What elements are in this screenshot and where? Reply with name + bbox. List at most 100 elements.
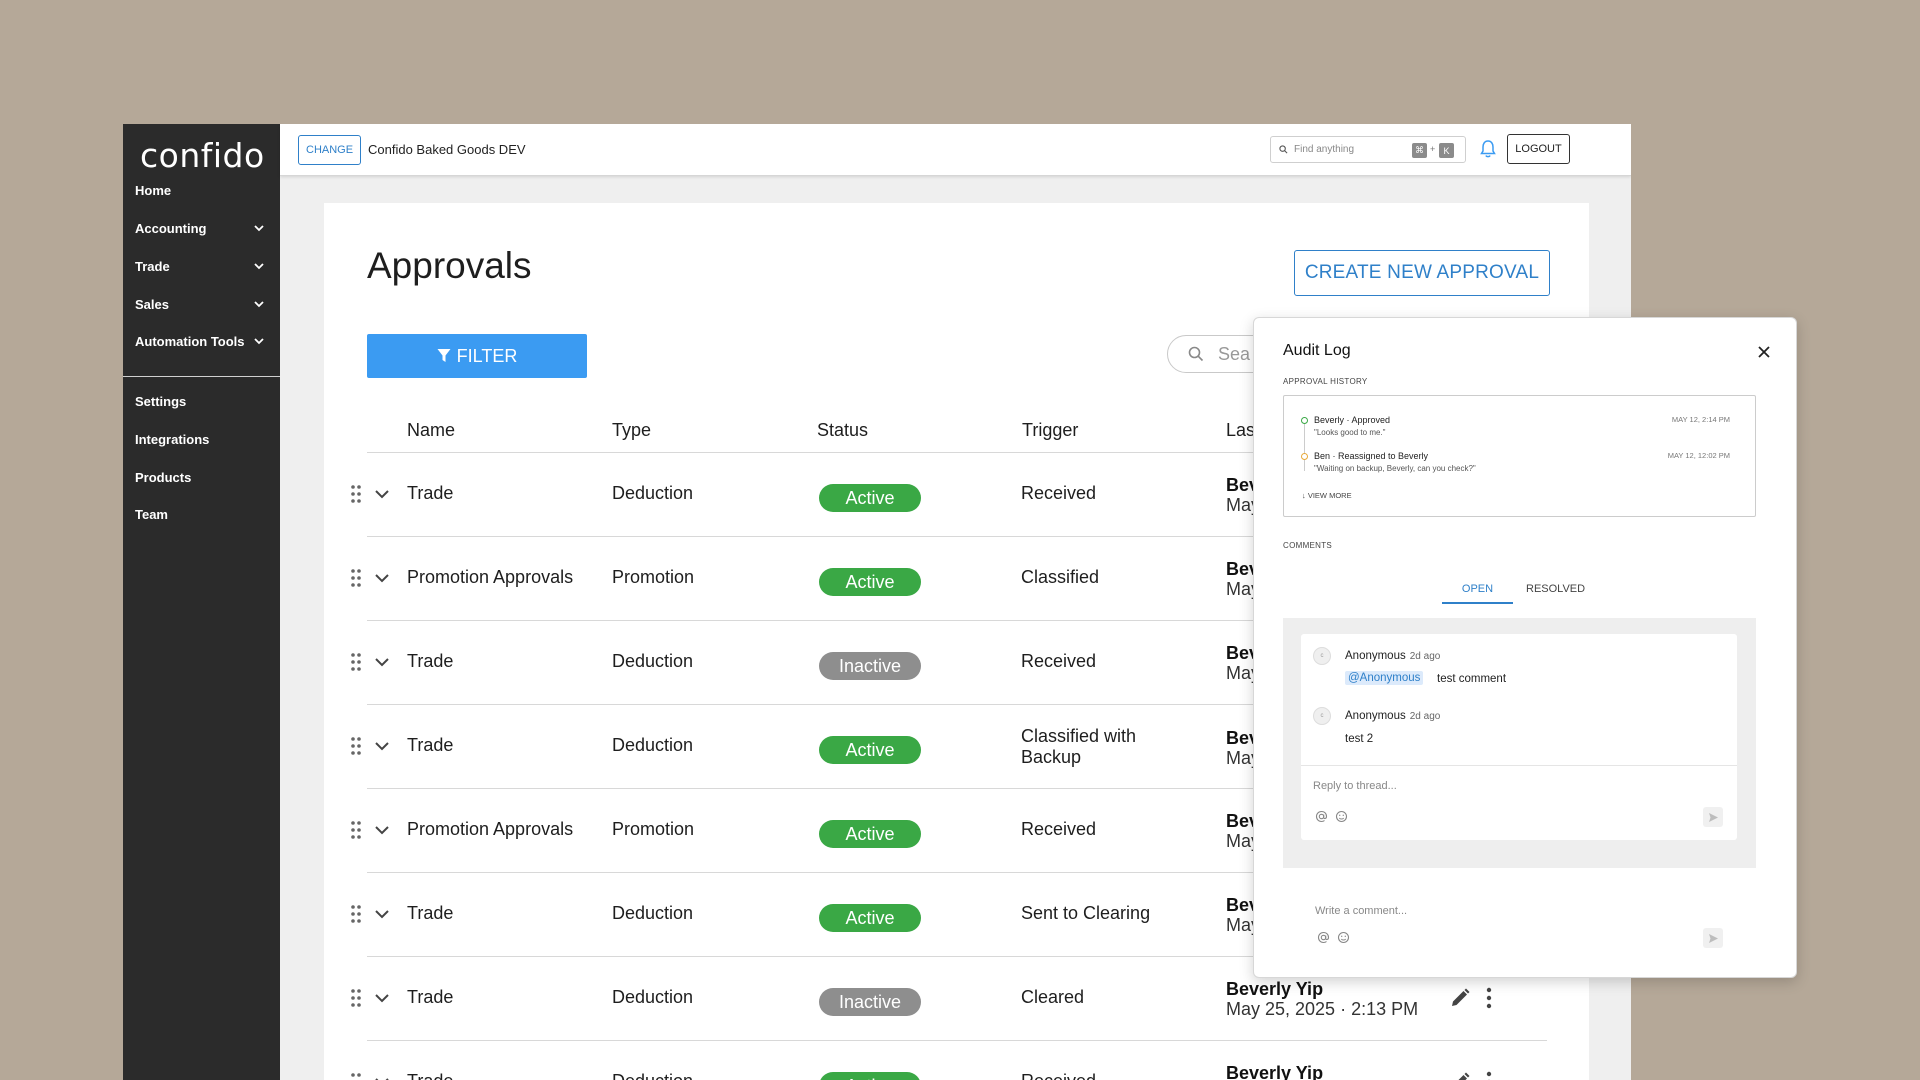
drag-handle-icon[interactable] [350,904,362,924]
tab-open[interactable]: OPEN [1442,583,1513,595]
more-vertical-icon[interactable] [1485,986,1493,1010]
sidebar-divider [123,376,280,377]
send-icon [1708,933,1718,943]
status-badge: Active [819,1072,921,1080]
chevron-down-icon[interactable] [373,905,391,923]
search-icon [1188,346,1204,362]
tab-resolved[interactable]: RESOLVED [1526,583,1585,595]
row-type: Promotion [612,819,695,839]
global-search-input[interactable]: Find anything ⌘ + K [1270,136,1466,163]
row-type: Deduction [612,651,694,671]
filter-button[interactable]: FILTER [367,334,587,378]
history-entry-quote: "Looks good to me." [1314,428,1386,437]
status-badge: Active [819,820,921,848]
bell-icon[interactable] [1479,139,1497,159]
sidebar-item-integrations[interactable]: Integrations [135,426,266,452]
row-type: Promotion [612,567,695,587]
row-trigger: Received [1021,483,1097,503]
filter-label: FILTER [456,345,518,366]
mention-tag[interactable]: @Anonymous [1345,671,1424,685]
emoji-icon[interactable] [1335,810,1348,823]
close-icon[interactable] [1757,345,1771,359]
filter-icon [437,349,451,362]
row-type: Deduction [612,903,694,923]
at-mention-icon[interactable] [1315,810,1328,823]
chevron-down-icon[interactable] [373,989,391,1007]
sidebar-item-trade[interactable]: Trade [135,253,266,279]
at-mention-icon[interactable] [1317,931,1330,944]
history-entry-time: MAY 12, 2:14 PM [1671,415,1730,424]
sidebar-item-label: Sales [135,296,169,312]
sidebar-item-products[interactable]: Products [135,464,266,490]
comment-time: 2d ago [1409,711,1441,722]
logout-button[interactable]: LOGOUT [1507,134,1570,164]
edit-icon[interactable] [1449,987,1471,1009]
chevron-down-icon[interactable] [373,485,391,503]
table-row[interactable]: Trade Deduction Active Received Beverly Yip [351,1041,1547,1080]
sidebar-item-accounting[interactable]: Accounting [135,215,266,241]
sidebar-item-settings[interactable]: Settings [135,388,266,414]
more-vertical-icon[interactable] [1485,1070,1493,1080]
company-name: Confido Baked Goods DEV [368,142,526,157]
create-new-approval-button[interactable]: CREATE NEW APPROVAL [1294,250,1550,296]
column-header-trigger[interactable]: Trigger [1022,420,1078,441]
history-timeline-line [1304,423,1305,471]
drag-handle-icon[interactable] [350,820,362,840]
drag-handle-icon[interactable] [350,1072,362,1080]
reply-input[interactable]: Reply to thread... [1313,780,1397,792]
confido-logo[interactable]: confido [140,136,265,175]
sidebar-item-sales[interactable]: Sales [135,291,266,317]
chevron-down-icon[interactable] [373,653,391,671]
top-bar: CHANGE Confido Baked Goods DEV Find anyt… [280,124,1631,176]
row-trigger: Cleared [1021,987,1085,1007]
column-header-type[interactable]: Type [612,420,651,441]
row-trigger: Received [1021,651,1097,671]
row-last-modified-date: May 25, 2025 · 2:13 PM [1226,999,1419,1019]
sidebar-item-automation-tools[interactable]: Automation Tools [135,328,266,354]
write-comment-input[interactable]: Write a comment... [1315,905,1407,917]
row-name: Promotion Approvals [407,819,574,839]
drag-handle-icon[interactable] [350,736,362,756]
edit-icon[interactable] [1449,1071,1471,1080]
avatar: c [1313,647,1331,665]
drag-handle-icon[interactable] [350,484,362,504]
column-header-name[interactable]: Name [407,420,455,441]
column-header-status[interactable]: Status [817,420,868,441]
view-more-label: VIEW MORE [1307,491,1352,500]
chevron-down-icon [254,338,264,345]
emoji-icon[interactable] [1337,931,1350,944]
chevron-down-icon[interactable] [373,569,391,587]
history-entry-quote: "Waiting on backup, Beverly, can you che… [1314,464,1476,473]
status-badge: Inactive [819,988,921,1016]
send-reply-button[interactable] [1703,807,1723,827]
audit-log-panel: Audit Log APPROVAL HISTORY Beverly · App… [1253,317,1797,978]
comment-time: 2d ago [1409,651,1441,662]
history-status-dot [1301,417,1308,424]
avatar: c [1313,707,1331,725]
chevron-down-icon [254,301,264,308]
row-type: Deduction [612,1071,693,1080]
sidebar-item-label: Team [135,506,168,522]
send-comment-button[interactable] [1703,928,1723,948]
send-icon [1708,812,1718,822]
row-trigger-line2: Backup [1021,747,1082,767]
view-more-link[interactable]: ↓ VIEW MORE [1302,491,1352,500]
chevron-down-icon[interactable] [373,821,391,839]
drag-handle-icon[interactable] [350,652,362,672]
row-trigger: Classified with [1021,726,1137,746]
chevron-down-icon[interactable] [373,1073,391,1080]
sidebar-item-team[interactable]: Team [135,501,266,527]
comment-author-name: Anonymous [1345,710,1406,722]
audit-log-title: Audit Log [1283,342,1351,359]
row-name: Trade [407,987,454,1007]
change-company-button[interactable]: CHANGE [298,135,362,165]
history-entry-title: Ben · Reassigned to Beverly [1314,451,1429,461]
history-entry-time: MAY 12, 12:02 PM [1667,451,1730,460]
chevron-down-icon[interactable] [373,737,391,755]
column-header-last-modified[interactable]: Las [1226,420,1255,441]
drag-handle-icon[interactable] [350,988,362,1008]
drag-handle-icon[interactable] [350,568,362,588]
sidebar-item-home[interactable]: Home [135,177,266,203]
chevron-down-icon [254,263,264,270]
history-entry-title: Beverly · Approved [1314,415,1391,425]
